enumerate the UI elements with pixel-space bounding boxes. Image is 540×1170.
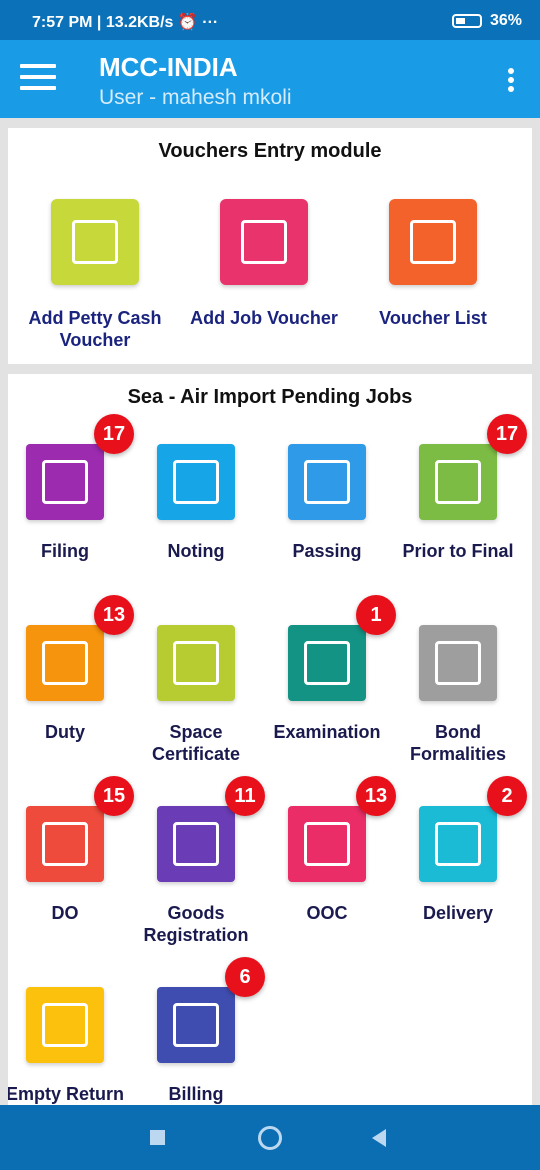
- more-options-icon[interactable]: [508, 68, 516, 95]
- voucher-item[interactable]: Voucher List: [348, 199, 518, 329]
- job-label: DO: [51, 903, 79, 923]
- voucher-label: Add Job Voucher: [190, 308, 338, 328]
- filing-cabinet-icon: 17: [26, 414, 134, 520]
- certificate-icon: [157, 625, 235, 701]
- job-label: Billing: [168, 1084, 224, 1104]
- user-subtitle: User - mahesh mkoli: [99, 86, 292, 109]
- job-item[interactable]: Empty Return: [8, 987, 130, 1105]
- user-edit-icon: 11: [157, 776, 265, 882]
- recents-icon[interactable]: [150, 1130, 165, 1145]
- status-time: 7:57 PM | 13.2KB/s ⏰ ···: [32, 14, 219, 31]
- job-label: Goods Registration: [143, 903, 249, 945]
- count-badge: 11: [225, 776, 265, 816]
- job-item[interactable]: 13 OOC: [262, 776, 396, 924]
- home-icon[interactable]: [258, 1126, 282, 1150]
- job-label: Bond Formalities: [409, 722, 507, 764]
- ticket-icon: 17: [419, 414, 527, 520]
- job-item[interactable]: Bond Formalities: [393, 625, 523, 765]
- job-label: Prior to Final: [402, 541, 514, 561]
- job-item[interactable]: Noting: [131, 444, 261, 562]
- job-item[interactable]: Space Certificate: [131, 625, 261, 765]
- job-item[interactable]: 11 Goods Registration: [131, 776, 265, 946]
- noting-icon: [157, 444, 235, 520]
- battery-icon: [451, 14, 482, 28]
- job-item[interactable]: 1 Examination: [262, 595, 396, 743]
- battery-level: 36%: [489, 12, 522, 29]
- app-bar: MCC-INDIA User - mahesh mkoli: [0, 40, 540, 118]
- count-badge: 15: [94, 776, 134, 816]
- job-label: Empty Return: [8, 1084, 124, 1104]
- do-document-icon: 15: [26, 776, 134, 882]
- menu-icon[interactable]: [20, 64, 56, 92]
- count-badge: 13: [94, 595, 134, 635]
- count-badge: 13: [356, 776, 396, 816]
- count-badge: 6: [225, 957, 265, 997]
- job-label: Space Certificate: [151, 722, 241, 764]
- examination-icon: 1: [288, 595, 396, 701]
- pending-jobs-card: Sea - Air Import Pending Jobs 17 Filing No…: [8, 374, 532, 1105]
- job-label: Duty: [45, 722, 85, 742]
- job-voucher-icon: [220, 199, 308, 285]
- vouchers-heading: Vouchers Entry module: [158, 140, 382, 162]
- app-title: MCC-INDIA: [99, 52, 238, 82]
- delivery-truck-icon: 2: [419, 776, 527, 882]
- job-label: Passing: [292, 541, 362, 561]
- voucher-list-icon: [389, 199, 477, 285]
- billing-icon: 6: [157, 957, 265, 1063]
- job-item[interactable]: 15 DO: [8, 776, 134, 924]
- job-item[interactable]: Passing: [262, 444, 392, 562]
- voucher-item[interactable]: Add Job Voucher: [179, 199, 349, 329]
- voucher-label: Add Petty Cash Voucher: [28, 308, 162, 350]
- ooc-icon: 13: [288, 776, 396, 882]
- job-item[interactable]: 17 Prior to Final: [393, 414, 527, 562]
- bond-icon: [419, 625, 497, 701]
- job-label: Noting: [167, 541, 225, 561]
- vouchers-card: Vouchers Entry module Add Petty Cash Vou…: [8, 128, 532, 364]
- job-label: OOC: [306, 903, 348, 923]
- job-item[interactable]: 6 Billing: [131, 957, 265, 1105]
- passing-icon: [288, 444, 366, 520]
- duty-icon: 13: [26, 595, 134, 701]
- container-truck-icon: [26, 987, 104, 1063]
- navigation-bar: [0, 1105, 540, 1170]
- job-label: Delivery: [422, 903, 494, 923]
- count-badge: 17: [94, 414, 134, 454]
- voucher-label: Voucher List: [379, 308, 487, 328]
- petty-cash-icon: [51, 199, 139, 285]
- job-item[interactable]: 2 Delivery: [393, 776, 527, 924]
- status-bar: 7:57 PM | 13.2KB/s ⏰ ··· 36%: [0, 0, 540, 40]
- job-label: Examination: [273, 722, 381, 742]
- count-badge: 2: [487, 776, 527, 816]
- voucher-item[interactable]: Add Petty Cash Voucher: [10, 199, 180, 351]
- jobs-heading: Sea - Air Import Pending Jobs: [127, 386, 413, 408]
- count-badge: 1: [356, 595, 396, 635]
- count-badge: 17: [487, 414, 527, 454]
- back-icon[interactable]: [372, 1129, 386, 1147]
- job-label: Filing: [41, 541, 89, 561]
- job-item[interactable]: 17 Filing: [8, 414, 134, 562]
- job-item[interactable]: 13 Duty: [8, 595, 134, 743]
